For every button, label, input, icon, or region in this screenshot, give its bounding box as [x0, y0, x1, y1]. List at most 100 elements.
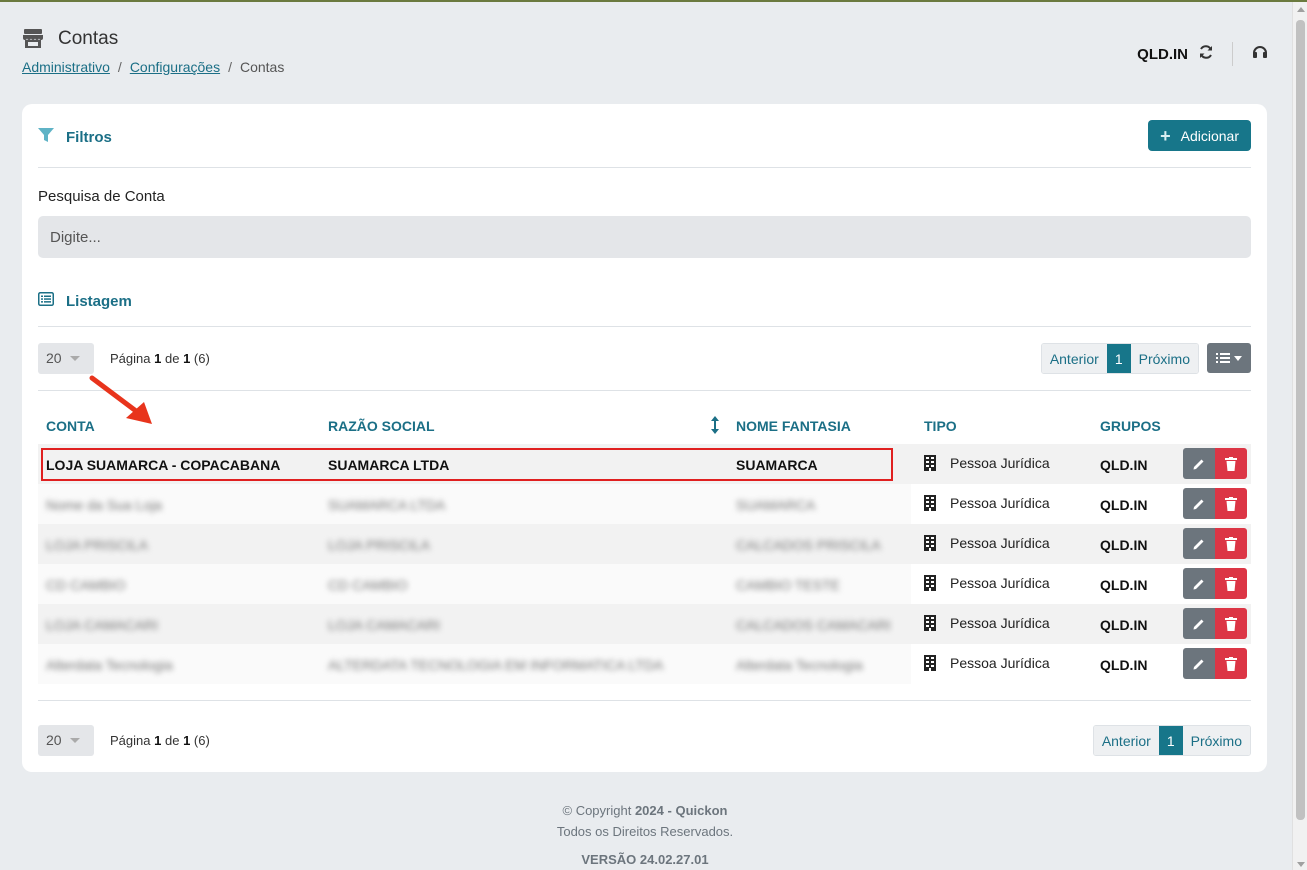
view-mode-button[interactable] [1207, 343, 1251, 373]
delete-button[interactable] [1215, 648, 1247, 679]
refresh-icon[interactable] [1198, 44, 1214, 65]
page-title: Contas [58, 28, 119, 49]
next-page-button[interactable]: Próximo [1182, 726, 1250, 755]
divider [1232, 42, 1233, 66]
page-total: 1 [183, 351, 191, 366]
tipo-label: Pessoa Jurídica [950, 535, 1050, 551]
footer-version: VERSÃO 24.02.27.01 [581, 852, 709, 867]
column-tipo[interactable]: TIPO [924, 418, 957, 434]
delete-button[interactable] [1215, 528, 1247, 559]
column-grupos[interactable]: GRUPOS [1100, 418, 1161, 434]
cell-nome-fantasia: Alterdata Tecnologia [736, 657, 863, 673]
search-input[interactable] [38, 216, 1251, 258]
filters-title: Filtros [66, 128, 112, 146]
breadcrumb-separator: / [228, 59, 232, 75]
page-title-row: Contas [22, 28, 284, 50]
top-right-bar: QLD.IN [1137, 42, 1269, 66]
edit-button[interactable] [1183, 448, 1215, 479]
pagination: Anterior 1 Próximo [1040, 343, 1199, 374]
prev-page-button[interactable]: Anterior [1041, 344, 1107, 373]
caret-down-icon [1234, 355, 1242, 361]
page-header: Contas Administrativo / Configurações / … [22, 28, 284, 75]
trash-icon [1225, 496, 1237, 511]
arrow-annotation-icon [89, 375, 152, 424]
table-row[interactable]: Nome da Sua Loja SUAMARCA LTDA SUAMARCA Pes… [38, 484, 1251, 524]
caret-down-icon [70, 356, 80, 361]
headset-icon[interactable] [1251, 44, 1269, 65]
footer-rights: Todos os Direitos Reservados. [556, 824, 734, 839]
add-button[interactable]: + Adicionar [1148, 120, 1251, 151]
prev-page-button[interactable]: Anterior [1093, 726, 1159, 755]
table-row[interactable]: LOJA SUAMARCA - COPACABANA SUAMARCA LTDA S… [38, 444, 1251, 484]
breadcrumb-configuracoes[interactable]: Configurações [130, 59, 220, 75]
sort-arrows-icon[interactable] [710, 416, 720, 437]
table-row[interactable]: Alterdata Tecnologia ALTERDATA TECNOLOGIA… [38, 644, 1251, 684]
building-icon [924, 495, 936, 511]
delete-button[interactable] [1215, 608, 1247, 639]
edit-button[interactable] [1183, 648, 1215, 679]
delete-button[interactable] [1215, 568, 1247, 599]
cell-nome-fantasia: SUAMARCA [736, 497, 816, 513]
cell-grupo: QLD.IN [1100, 457, 1148, 473]
scrollbar-thumb[interactable] [1296, 20, 1305, 820]
building-icon [924, 655, 936, 671]
footer-copyright: © Copyright 2024 - Quickon [0, 803, 1290, 818]
top-pager: 20 Página 1 de 1 (6) Anterior 1 Próximo [38, 343, 1251, 374]
trash-icon [1225, 576, 1237, 591]
cell-grupo: QLD.IN [1100, 497, 1148, 513]
breadcrumb-current: Contas [239, 59, 285, 75]
tipo-label: Pessoa Jurídica [950, 615, 1050, 631]
filter-icon [38, 128, 54, 146]
plus-icon: + [1160, 125, 1171, 146]
page-word: Página [110, 733, 151, 748]
cell-conta: Nome da Sua Loja [46, 497, 162, 513]
delete-button[interactable] [1215, 448, 1247, 479]
page-size-select[interactable]: 20 [38, 343, 94, 374]
cell-nome-fantasia: SUAMARCA [736, 457, 818, 473]
table-row[interactable]: LOJA PRISCILA LOJA PRISCILA CALCADOS PRISC… [38, 524, 1251, 564]
cell-grupo: QLD.IN [1100, 617, 1148, 633]
building-icon [924, 535, 936, 551]
edit-button[interactable] [1183, 568, 1215, 599]
column-razao-social[interactable]: RAZÃO SOCIAL [328, 418, 435, 434]
scroll-down-icon[interactable] [1297, 862, 1305, 867]
breadcrumb-administrativo[interactable]: Administrativo [22, 59, 110, 75]
page-info: Página 1 de 1 (6) [110, 351, 210, 366]
pencil-icon [1193, 659, 1204, 669]
scrollbar[interactable] [1292, 2, 1307, 870]
cell-grupo: QLD.IN [1100, 537, 1148, 553]
page-size-value: 20 [46, 732, 62, 748]
next-page-button[interactable]: Próximo [1130, 344, 1198, 373]
page-1-button[interactable]: 1 [1158, 726, 1183, 755]
pencil-icon [1193, 539, 1204, 549]
tipo-label: Pessoa Jurídica [950, 455, 1050, 471]
cell-grupo: QLD.IN [1100, 657, 1148, 673]
trash-icon [1225, 456, 1237, 471]
of-word: de [164, 351, 180, 366]
divider [38, 390, 1251, 391]
cell-tipo: Pessoa Jurídica [924, 615, 1050, 631]
page-1-button[interactable]: 1 [1106, 344, 1131, 373]
table-row[interactable]: LOJA CAMACARI LOJA CAMACARI CALCADOS CAMAC… [38, 604, 1251, 644]
cell-nome-fantasia: CALCADOS PRISCILA [736, 537, 881, 553]
edit-button[interactable] [1183, 488, 1215, 519]
divider [38, 700, 1251, 701]
cell-razao-social: LOJA CAMACARI [328, 617, 441, 633]
copyright-dash: - [667, 803, 672, 818]
cell-razao-social: SUAMARCA LTDA [328, 497, 446, 513]
cell-grupo: QLD.IN [1100, 577, 1148, 593]
scroll-up-icon[interactable] [1297, 7, 1305, 12]
cell-razao-social: SUAMARCA LTDA [328, 457, 450, 473]
cell-nome-fantasia: CAMBIO TESTE [736, 577, 840, 593]
page-current: 1 [154, 733, 162, 748]
edit-button[interactable] [1183, 528, 1215, 559]
edit-button[interactable] [1183, 608, 1215, 639]
delete-button[interactable] [1215, 488, 1247, 519]
table-row[interactable]: CD CAMBIO CD CAMBIO CAMBIO TESTE Pessoa Jur… [38, 564, 1251, 604]
column-nome-fantasia[interactable]: NOME FANTASIA [736, 418, 851, 434]
tipo-label: Pessoa Jurídica [950, 655, 1050, 671]
cell-razao-social: LOJA PRISCILA [328, 537, 430, 553]
building-icon [924, 615, 936, 631]
page-size-select[interactable]: 20 [38, 725, 94, 756]
trash-icon [1225, 656, 1237, 671]
